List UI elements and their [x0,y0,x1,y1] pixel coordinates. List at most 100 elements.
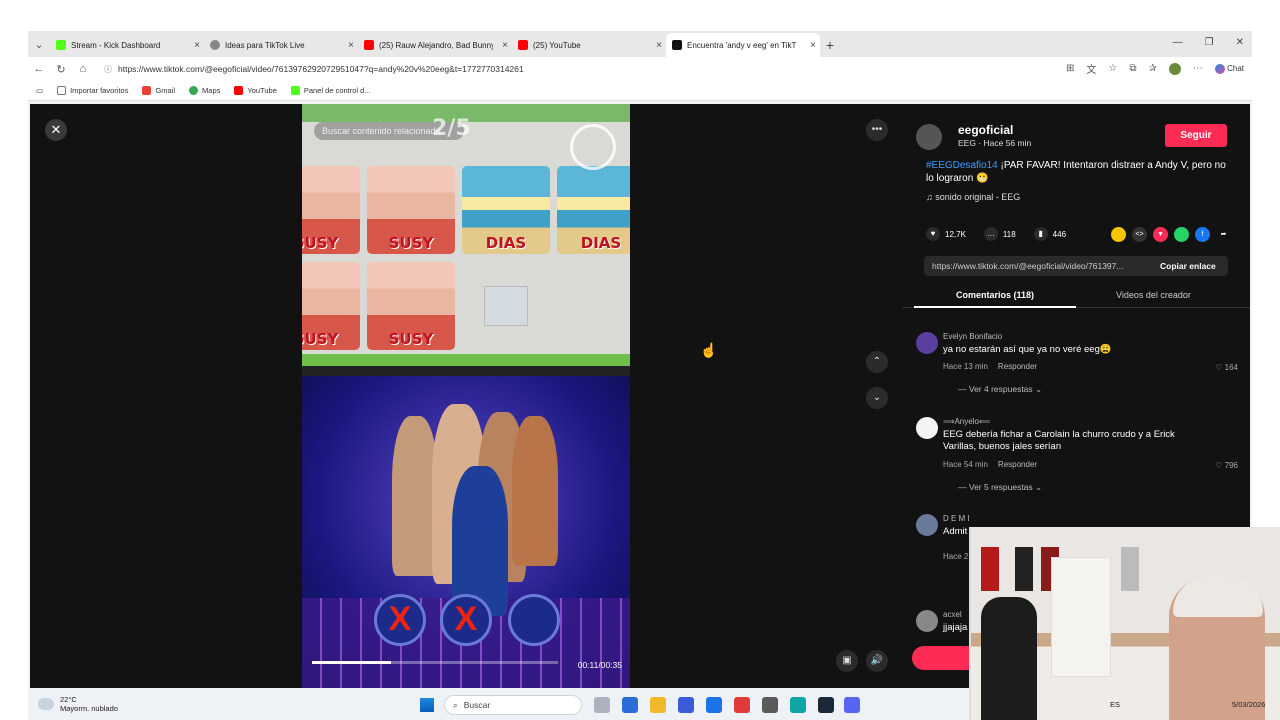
comment-author[interactable]: ⟹Anyelo⟸ [943,417,990,426]
whatsapp-icon[interactable] [1174,227,1189,242]
tab-youtube-rauw[interactable]: (25) Rauw Alejandro, Bad Bunny - × [358,33,512,57]
tab-comments[interactable]: Comentarios (118) [956,290,1034,300]
reply-button[interactable]: Responder [998,460,1037,469]
tab-creator-videos[interactable]: Videos del creador [1116,290,1191,300]
tab-tiktok[interactable]: Encuentra 'andy v eeg' en TikT × [666,33,820,57]
avatar[interactable] [916,514,938,536]
edge-icon[interactable] [790,697,806,713]
card-label: DIAS [485,234,527,252]
more-options-icon[interactable]: ••• [866,119,888,141]
volume-icon[interactable]: 🔊 [866,650,888,672]
reply-button[interactable]: Responder [998,362,1037,371]
steam-icon[interactable] [818,697,834,713]
heart-outline-icon: ♡ [1215,363,1223,372]
comment-like-button[interactable]: ♡ 796 [1215,461,1238,470]
new-tab-button[interactable]: + [820,37,840,53]
discord-icon[interactable] [844,697,860,713]
favorite-star-icon[interactable]: ☆ [1108,63,1117,74]
weather-widget[interactable]: 22°C Mayorm. nublado [38,695,118,713]
close-window-icon[interactable]: ✕ [1236,37,1244,48]
avatar[interactable] [916,417,938,439]
sidebar-toggle-icon[interactable]: ▭ [36,86,43,95]
embed-icon[interactable]: <> [1132,227,1147,242]
task-view-icon[interactable] [594,697,610,713]
youtube-icon [234,86,244,95]
maximize-icon[interactable]: ❐ [1205,37,1214,48]
favorites-icon[interactable]: ✰ [1148,63,1156,74]
comment-button[interactable]: … 118 [983,227,1016,241]
apps-icon[interactable]: ⊞ [1066,63,1074,74]
close-icon[interactable]: × [652,40,666,51]
comment-time: Hace 13 min [943,362,988,371]
share-arrow-icon[interactable]: ➦ [1216,227,1231,242]
facebook-icon[interactable]: f [1195,227,1210,242]
close-video-button[interactable]: ✕ [45,119,67,141]
comment-like-button[interactable]: ♡ 164 [1215,363,1238,372]
taskbar-search[interactable]: ⌕ Buscar [444,695,582,715]
bookmark-youtube[interactable]: YouTube [234,86,277,95]
comment-author[interactable]: D E M I [943,514,970,523]
save-button[interactable]: ▮ 446 [1033,227,1066,241]
close-icon[interactable]: × [498,40,512,51]
previous-video-icon[interactable]: ⌃ [866,351,888,373]
view-replies-button[interactable]: — Ver 4 respuestas ⌄ [958,384,1042,395]
back-icon[interactable]: ← [28,63,50,75]
url-field[interactable]: ⓘ https://www.tiktok.com/@eegoficial/vide… [100,60,1000,78]
profile-icon[interactable] [1168,62,1181,75]
close-icon[interactable]: × [190,40,204,51]
translate-icon[interactable]: 文 [1086,61,1096,76]
like-button[interactable]: ♥ 12,7K [926,227,966,241]
avatar[interactable] [916,610,938,632]
tab-kick[interactable]: Stream - Kick Dashboard × [50,33,204,57]
coin-icon[interactable] [1111,227,1126,242]
send-icon[interactable]: ▼ [1153,227,1168,242]
card: SUSY [302,166,360,254]
video-player[interactable]: SUSY SUSY DIAS DIAS SUSY SUSY Buscar con… [302,104,630,688]
mail-icon[interactable] [706,697,722,713]
copy-link-button[interactable]: Copiar enlace [1154,261,1216,271]
copilot-chat-button[interactable]: Chat [1214,63,1244,74]
home-icon[interactable]: ⌂ [72,63,94,75]
pip-icon[interactable]: ▣ [836,650,858,672]
reload-icon[interactable]: ↻ [50,63,72,76]
file-explorer-icon[interactable] [650,697,666,713]
video-progress-bar[interactable] [312,661,558,664]
sound-link[interactable]: ♫ sonido original - EEG [926,192,1020,202]
language-indicator[interactable]: ES [1110,700,1120,709]
weather-condition: Mayorm. nublado [60,704,118,713]
post-username[interactable]: eegoficial [958,123,1013,137]
bookmark-gmail[interactable]: Gmail [142,86,175,95]
bookmark-maps[interactable]: Maps [189,86,220,95]
comment-item: ⟹Anyelo⟸ EEG debería fichar a Carolain l… [916,417,1246,497]
comment-author[interactable]: Evelyn Bonifacio [943,332,1002,341]
tab-ideas[interactable]: Ideas para TikTok Live × [204,33,358,57]
close-icon[interactable]: × [806,40,820,51]
comment-post-button[interactable] [912,646,972,670]
hashtag-link[interactable]: #EEGDesafio14 [926,160,998,171]
next-video-icon[interactable]: ⌄ [866,387,888,409]
clock-date[interactable]: 5/03/2026 [1232,700,1265,709]
bookmark-label: Importar favoritos [70,86,129,95]
settings-icon[interactable] [762,697,778,713]
bookmark-import[interactable]: Importar favoritos [57,86,128,95]
more-icon[interactable]: ⋯ [1193,63,1203,74]
avatar[interactable] [916,332,938,354]
follow-button[interactable]: Seguir [1165,124,1227,147]
site-info-icon[interactable]: ⓘ [104,64,112,75]
comment-author[interactable]: acxel [943,610,962,619]
extensions-icon[interactable]: ⧉ [1129,63,1136,74]
minimize-icon[interactable]: — [1173,37,1183,48]
close-icon[interactable]: × [344,40,358,51]
gaming-chair [981,597,1037,720]
windows-start-icon[interactable] [420,698,434,712]
comment-meta: Hace 13 min Responder [943,362,1037,371]
app-icon[interactable] [734,697,750,713]
copilot-icon[interactable] [622,697,638,713]
store-icon[interactable] [678,697,694,713]
avatar[interactable] [916,124,942,150]
tab-youtube[interactable]: (25) YouTube × [512,33,666,57]
view-replies-button[interactable]: — Ver 5 respuestas ⌄ [958,482,1042,493]
tab-list-chevron-icon[interactable]: ⌄ [28,38,50,51]
bookmark-panel[interactable]: Panel de control d... [290,86,371,95]
url-text: https://www.tiktok.com/@eegoficial/video… [118,64,524,74]
